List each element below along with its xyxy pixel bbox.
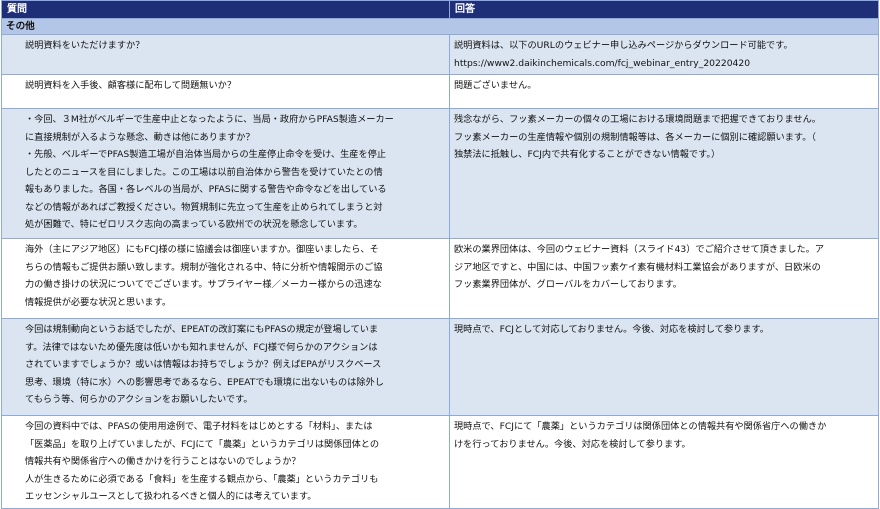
question-cell: 今回は規制動向というお話でしたが、EPEATの改訂案にもPFASの規定が登場して… <box>1 318 450 416</box>
answer-text-line: 現時点で、FCJとして対応しておりません。今後、対応を検討して参ります。 <box>454 324 769 335</box>
question-text-line: 情報提供が必要な状況と思います。 <box>25 296 172 308</box>
question-column-header: 質問 <box>1 0 450 19</box>
question-text-line: す。法律ではないため優先度は低いかも知れませんが、FCJ様で何らかのアクションは <box>25 341 378 353</box>
answer-cell: 説明資料は、以下のURLのウェビナー申し込みページからダウンロード可能です。 ht… <box>449 34 879 75</box>
question-text-line: 情報共有や関係省庁への働きかけを行うことはないのでしょうか？ <box>25 456 301 467</box>
question-text-line: ちらの情報もご提供お願い致します。規制が強化される中、特に分析や情報開示のご協 <box>25 261 383 273</box>
section-row: その他 <box>1 18 879 35</box>
section-title: その他 <box>1 18 879 35</box>
answer-text-line: 独禁法に抵触し、FCJ内で共有化することができない情報です。） <box>454 149 721 160</box>
question-text-line: されていますでしょうか？或いは情報はお持ちでしょうか？例えばEPAがリスクベース <box>25 359 382 370</box>
question-cell: 今回の資料中では、PFASの使用用途例で、電子材料をはじめとする「材料」、または… <box>1 415 450 509</box>
question-text-line: ・先般、ベルギーでPFAS製造工場が自治体当局からの生産停止命令を受け、生産を停… <box>25 149 387 160</box>
question-text-line: 海外（主にアジア地区）にもFCJ様の様に協議会は御座いますか。御座いましたら、そ <box>25 244 379 255</box>
question-text-line: エッセンシャルユースとして扱われるべきと個人的には考えています。 <box>25 491 317 502</box>
question-text-line: 今回は規制動向というお話でしたが、EPEATの改訂案にもPFASの規定が登場して… <box>25 324 379 335</box>
question-text-line: などの情報があればご教授ください。物質規制に先立って生産を止められてしまうと対 <box>25 201 383 213</box>
question-text-line: 「医薬品」を取り上げていましたが、FCJにて「農薬」というカテゴリは関係団体との <box>25 438 380 450</box>
question-text-line: 力の働き掛けの状況についてでございます。サプライヤー様／メーカー様からの迅速な <box>25 279 382 290</box>
answer-cell: 欧米の業界団体は、今回のウェビナー資料（スライド43）でご紹介させて頂きました。… <box>449 238 879 319</box>
question-cell: ・今回、３M社がベルギーで生産中止となったように、当局・政府からPFAS製造メー… <box>1 108 450 239</box>
question-text-line: 報もありました。各国・各レベルの当局が、PFASに関する警告や命令などを出してい… <box>25 184 387 195</box>
answer-cell: 問題ございません。 <box>449 74 879 109</box>
answer-text-line: けを行っておりません。今後、対応を検討して参ります。 <box>454 438 691 450</box>
question-text-line: したとのニュースを目にしました。この工場は以前自治体から警告を受けていたとの情 <box>25 166 383 178</box>
answer-cell: 現時点で、FCJにて「農薬」というカテゴリは関係団体との情報共有や関係省庁への働… <box>449 415 879 509</box>
question-cell: 説明資料を入手後、顧客様に配布して問題無いか？ <box>1 74 450 109</box>
answer-cell: 残念ながら、フッ素メーカーの個々の工場における環境問題まで把握できておりません。… <box>449 108 879 239</box>
answer-text-line: 欧米の業界団体は、今回のウェビナー資料（スライド43）でご紹介させて頂きました。… <box>454 244 825 255</box>
table-row: 説明資料をいただけますか？ 説明資料は、以下のURLのウェビナー申し込みページから… <box>1 34 879 75</box>
question-text-line: 処が困難で、特にゼロリスク志向の高まっている欧州での状況を懸念しています。 <box>25 219 363 230</box>
question-text-line: 説明資料をいただけますか？ <box>25 40 145 51</box>
question-text-line: てもらう等、何らかのアクションをお願いしたいです。 <box>25 394 253 405</box>
table-row: 今回の資料中では、PFASの使用用途例で、電子材料をはじめとする「材料」、または… <box>1 415 879 509</box>
table-row: 今回は規制動向というお話でしたが、EPEATの改訂案にもPFASの規定が登場して… <box>1 318 879 416</box>
question-text-line: 説明資料を入手後、顧客様に配布して問題無いか？ <box>25 80 237 91</box>
question-cell: 説明資料をいただけますか？ <box>1 34 450 75</box>
answer-text-line: フッ素業界団体が、グローバルをカバーしております。 <box>454 279 682 290</box>
question-text-line: に直接規制が入るような懸念、動きは他にありますか？ <box>25 131 255 143</box>
answer-text-line: ジア地区ですと、中国には、中国フッ素ケイ素有機材料工業協会がありますが、日欧米の <box>454 261 821 273</box>
answer-cell: 現時点で、FCJとして対応しておりません。今後、対応を検討して参ります。 <box>449 318 879 416</box>
table-row: 海外（主にアジア地区）にもFCJ様の様に協議会は御座いますか。御座いましたら、そ… <box>1 238 879 319</box>
table-row: 説明資料を入手後、顧客様に配布して問題無いか？ 問題ございません。 <box>1 74 879 109</box>
answer-text-line: 説明資料は、以下のURLのウェビナー申し込みページからダウンロード可能です。 <box>454 40 793 51</box>
question-text-line: 今回の資料中では、PFASの使用用途例で、電子材料をはじめとする「材料」、または <box>25 421 373 432</box>
table-header: 質問 回答 <box>1 0 879 19</box>
question-cell: 海外（主にアジア地区）にもFCJ様の様に協議会は御座いますか。御座いましたら、そ… <box>1 238 450 319</box>
question-text-line: 人が生きるために必須である「食料」を生産する観点から、「農薬」というカテゴリも <box>25 473 379 485</box>
answer-text-line: 現時点で、FCJにて「農薬」というカテゴリは関係団体との情報共有や関係省庁への働… <box>454 421 827 432</box>
answer-column-header: 回答 <box>449 0 879 19</box>
answer-text-line: 残念ながら、フッ素メーカーの個々の工場における環境問題まで把握できておりません。 <box>454 114 821 125</box>
qa-table: 質問 回答 その他 説明資料をいただけますか？ 説明資料は、以下のURLのウェビナ… <box>1 0 879 509</box>
question-text-line: ・今回、３M社がベルギーで生産中止となったように、当局・政府からPFAS製造メー… <box>25 114 394 125</box>
table-row: ・今回、３M社がベルギーで生産中止となったように、当局・政府からPFAS製造メー… <box>1 108 879 239</box>
answer-text-line: https://www2.daikinchemicals.com/fcj_web… <box>454 57 751 69</box>
question-text-line: 思考、環境（特に水）への影響思考であるなら、EPEATでも環境に出ないものは除外… <box>25 376 384 388</box>
answer-text-line: フッ素メーカーの生産情報や個別の規制情報等は、各メーカーに個別に確認願います。（ <box>454 131 816 143</box>
answer-text-line: 問題ございません。 <box>454 80 537 91</box>
